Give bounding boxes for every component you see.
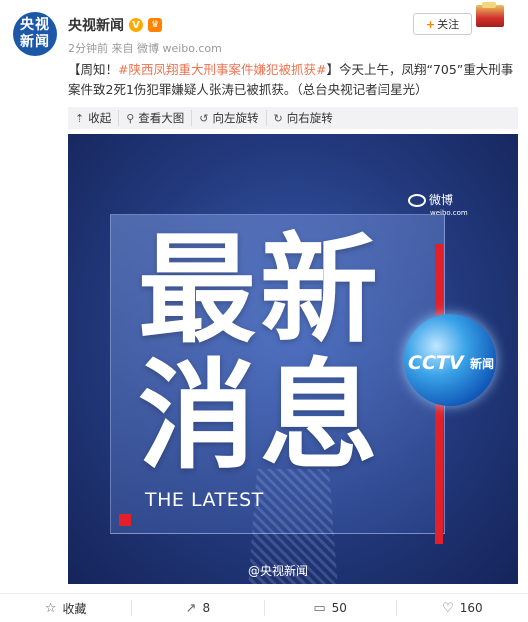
image-toolbar: ⇡ 收起 ⚲ 查看大图 ↺ 向左旋转 ↻ 向右旋转 (68, 107, 518, 129)
comment-icon: ▭ (313, 600, 326, 616)
cctv-logo: CCTV (408, 352, 464, 374)
like-count: 160 (459, 601, 483, 615)
collapse-icon: ⇡ (75, 111, 85, 125)
post-actions-bar: ☆ 收藏 ↗ 8 ▭ 50 ♡ 160 (0, 593, 528, 622)
follow-button[interactable]: + 关注 (413, 13, 472, 35)
weibo-watermark-text: 微博 (429, 193, 454, 207)
magnify-icon: ⚲ (126, 111, 135, 125)
rotate-left-button[interactable]: ↺ 向左旋转 (191, 110, 265, 126)
verified-icon: V (129, 18, 143, 32)
post-lead: 【周知！ (68, 62, 119, 77)
topic-link[interactable]: #陕西凤翔重大刑事案件嫌犯被抓获# (118, 62, 326, 77)
post-meta: 2分钟前 来自 微博 weibo.com (68, 42, 222, 55)
share-icon: ↗ (185, 600, 197, 616)
festive-decoration-icon (476, 5, 504, 27)
post-image[interactable]: 微博 weibo.com 最新 消息 THE LATEST CCTV 新闻 @央… (68, 134, 518, 584)
repost-button[interactable]: ↗ 8 (131, 600, 263, 616)
red-square-marker (119, 514, 131, 526)
comment-count: 50 (331, 601, 347, 615)
author-name-row: 央视新闻 V ♛ (68, 15, 162, 35)
headline-subtitle: THE LATEST (145, 489, 264, 511)
view-large-button[interactable]: ⚲ 查看大图 (118, 110, 191, 126)
like-button[interactable]: ♡ 160 (395, 600, 528, 616)
repost-count: 8 (202, 601, 211, 615)
plus-icon: + (425, 17, 436, 31)
rotate-left-icon: ↺ (199, 111, 209, 125)
cctv-logo-sub: 新闻 (470, 357, 495, 371)
image-bottom-watermark: @央视新闻 (248, 564, 309, 578)
avatar-text: 央视新闻 (20, 17, 50, 50)
comment-button[interactable]: ▭ 50 (263, 600, 396, 616)
favorite-label: 收藏 (62, 601, 87, 616)
view-large-label: 查看大图 (138, 111, 185, 125)
rotate-right-label: 向右旋转 (286, 111, 333, 125)
follow-label: 关注 (437, 18, 460, 31)
headline-line2: 消息 (138, 347, 383, 485)
post-text: 【周知！#陕西凤翔重大刑事案件嫌犯被抓获#】今天上午，凤翔“705”重大刑事案件… (68, 60, 518, 100)
collapse-button[interactable]: ⇡ 收起 (68, 110, 118, 126)
collapse-label: 收起 (88, 111, 112, 125)
headline-line1: 最新 (138, 221, 383, 359)
weibo-logo-icon (408, 194, 426, 207)
rotate-right-button[interactable]: ↻ 向右旋转 (265, 110, 340, 126)
star-icon: ☆ (44, 600, 57, 616)
rotate-left-label: 向左旋转 (212, 111, 259, 125)
festive-decoration-top (482, 2, 496, 8)
like-icon: ♡ (442, 600, 454, 616)
favorite-button[interactable]: ☆ 收藏 (0, 600, 131, 616)
rotate-right-icon: ↻ (273, 111, 283, 125)
author-avatar[interactable]: 央视新闻 (13, 12, 57, 56)
membership-crown-icon: ♛ (148, 18, 162, 32)
author-name[interactable]: 央视新闻 (68, 15, 124, 35)
